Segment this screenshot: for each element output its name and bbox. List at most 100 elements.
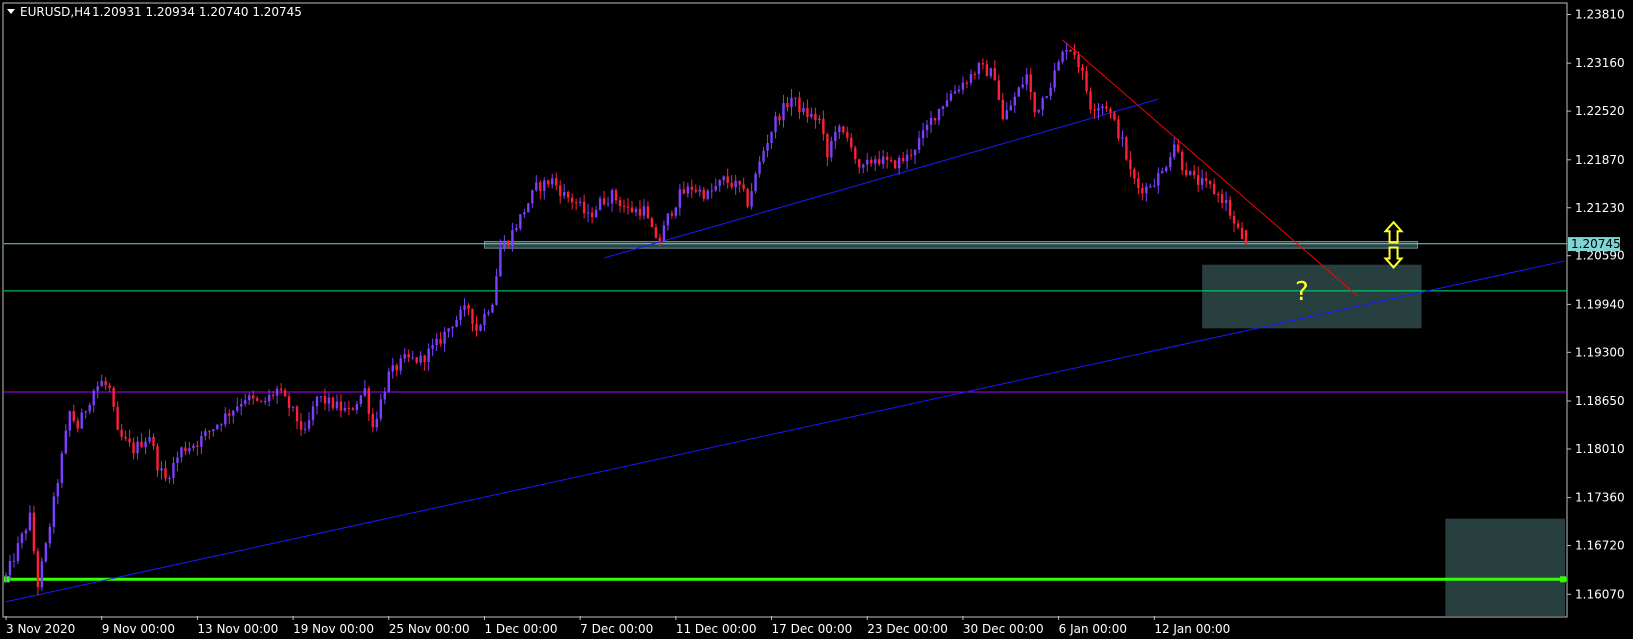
candle-body [1113, 112, 1116, 120]
candle-body [283, 390, 287, 397]
candle-body [459, 309, 462, 320]
candle-body [391, 365, 394, 372]
candle-body [989, 68, 993, 77]
candle-body [897, 157, 901, 169]
candle-body [291, 406, 295, 408]
candle-body [674, 207, 678, 216]
candle-body [670, 213, 674, 216]
candle-body [814, 113, 817, 121]
candle-body [28, 512, 32, 531]
candle-body [642, 206, 646, 216]
candle-body [678, 189, 682, 208]
candle-body [395, 365, 398, 371]
candle-body [132, 442, 135, 454]
candle-body [1149, 186, 1152, 188]
candle-body [1177, 144, 1180, 152]
candle-body [363, 388, 367, 396]
candle-body [626, 206, 630, 208]
candle-body [909, 154, 913, 156]
candle-body [160, 468, 163, 471]
candle-body [913, 149, 917, 156]
candle-body [1196, 175, 1200, 185]
candle-body [295, 406, 299, 422]
candle-body [682, 189, 686, 194]
candle-body [1173, 144, 1176, 158]
candle-body [1157, 173, 1160, 186]
candle-body [56, 482, 60, 497]
candle-body [638, 208, 642, 216]
candle-body [32, 512, 36, 552]
candle-body [244, 400, 247, 405]
candle-body [443, 331, 446, 344]
candle-body [216, 424, 219, 430]
candle-body [315, 396, 319, 407]
candle-body [706, 190, 709, 199]
candle-body [945, 100, 949, 107]
candle-body [303, 428, 307, 430]
candle-body [447, 328, 450, 332]
candle-body [1001, 99, 1005, 120]
candle-body [80, 412, 83, 429]
candle-body [539, 182, 542, 191]
candle-body [204, 431, 207, 437]
candle-body [602, 198, 606, 205]
candle-body [383, 392, 386, 400]
candle-body [248, 395, 251, 401]
candle-body [399, 358, 402, 371]
candle-body [407, 354, 410, 358]
candle-body [355, 404, 359, 410]
candle-body [738, 180, 741, 185]
candle-body [941, 106, 945, 109]
candle-body [830, 140, 833, 158]
candle-body [463, 305, 466, 310]
candle-body [981, 63, 985, 65]
candle-body [184, 447, 187, 452]
candle-body [1232, 215, 1236, 224]
candle-body [387, 371, 390, 393]
candle-body [686, 186, 690, 194]
candle-body [1101, 106, 1104, 109]
candle-body [694, 189, 697, 192]
candle-body [838, 126, 841, 132]
time-tick-label: 12 Jan 00:00 [1154, 622, 1230, 636]
candle-body [1145, 186, 1148, 194]
price-zone [1445, 518, 1566, 616]
candle-body [455, 319, 458, 327]
candle-body [758, 161, 761, 174]
candle-body [212, 429, 215, 432]
candle-body [878, 159, 881, 165]
candle-body [1169, 157, 1172, 168]
candle-body [937, 108, 941, 121]
candle-body [770, 132, 773, 143]
candle-body [786, 102, 789, 108]
candle-body [20, 533, 24, 544]
candle-body [263, 401, 267, 403]
candle-body [192, 445, 195, 449]
candle-body [1009, 105, 1012, 111]
candle-body [64, 430, 67, 454]
candle-body [570, 197, 574, 203]
candle-body [1069, 49, 1072, 52]
candle-body [24, 530, 28, 534]
candle-body [917, 138, 921, 150]
candle-body [156, 446, 159, 471]
candle-body [598, 198, 602, 210]
candle-body [925, 124, 929, 131]
candle-body [734, 180, 737, 188]
candle-body [415, 357, 418, 363]
candle-body [36, 551, 40, 588]
candle-body [323, 396, 327, 404]
candle-body [1025, 74, 1028, 85]
candle-body [200, 436, 203, 447]
candle-body [762, 150, 765, 162]
candle-body [487, 312, 490, 314]
candle-body [1137, 178, 1140, 189]
candle-body [1216, 193, 1220, 195]
candle-body [92, 390, 95, 406]
candle-body [180, 447, 183, 458]
candle-body [666, 213, 670, 226]
price-chart[interactable]: EURUSD,H4 1.20931 1.20934 1.20740 1.2074… [0, 0, 1633, 639]
candle-body [1045, 96, 1048, 98]
candle-body [379, 399, 382, 419]
price-tick-label: 1.17360 [1575, 491, 1625, 505]
